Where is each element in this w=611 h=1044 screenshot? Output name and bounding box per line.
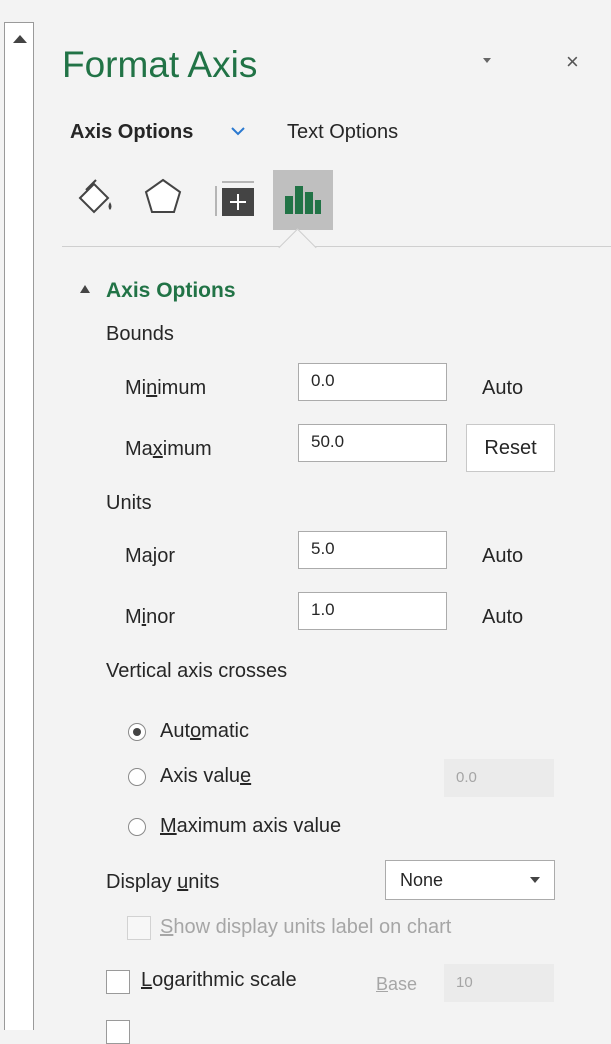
pane-title: Format Axis xyxy=(62,44,258,85)
units-label: Units xyxy=(106,492,152,514)
separator xyxy=(62,246,611,247)
maximum-input[interactable]: 50.0 xyxy=(298,424,447,462)
effects-icon[interactable] xyxy=(136,170,196,230)
size-properties-icon[interactable] xyxy=(208,170,268,230)
scroll-up-button[interactable] xyxy=(4,22,34,58)
maximum-label: Maximum xyxy=(125,438,212,460)
major-label: Major xyxy=(125,545,176,567)
fill-line-icon[interactable] xyxy=(72,170,132,230)
section-title[interactable]: Axis Options xyxy=(106,279,236,303)
logarithmic-scale-label[interactable]: Logarithmic scale xyxy=(141,969,297,992)
radio-maximum-axis-value[interactable] xyxy=(128,818,146,836)
collapse-triangle-icon[interactable] xyxy=(80,285,90,293)
minor-label: Minor xyxy=(125,606,176,628)
minimum-input[interactable]: 0.0 xyxy=(298,363,447,401)
pane-options-dropdown-icon[interactable] xyxy=(483,58,491,63)
radio-axis-value[interactable] xyxy=(128,768,146,786)
base-input[interactable]: 10 xyxy=(444,964,554,1002)
minor-auto-label: Auto xyxy=(482,606,524,628)
tab-axis-options[interactable]: Axis Options xyxy=(70,121,193,144)
axis-options-icon[interactable] xyxy=(273,170,333,230)
base-label: Base xyxy=(376,974,418,994)
close-icon[interactable]: × xyxy=(566,49,579,75)
show-units-label-checkbox[interactable] xyxy=(127,916,151,940)
scroll-up-icon xyxy=(13,35,27,43)
reset-button[interactable]: Reset xyxy=(466,424,555,472)
chevron-down-icon[interactable] xyxy=(530,877,540,883)
radio-axis-value-label[interactable]: Axis value xyxy=(160,765,251,788)
minimum-auto-label: Auto xyxy=(482,377,524,399)
chevron-down-icon[interactable] xyxy=(230,121,246,142)
major-auto-label: Auto xyxy=(482,545,524,567)
values-reverse-order-checkbox[interactable] xyxy=(106,1020,130,1044)
minimum-label: Minimum xyxy=(125,377,207,399)
axis-value-input[interactable]: 0.0 xyxy=(444,759,554,797)
major-input[interactable]: 5.0 xyxy=(298,531,447,569)
scrollbar-track[interactable] xyxy=(4,57,34,1030)
tab-text-options[interactable]: Text Options xyxy=(287,121,398,144)
tab-pointer xyxy=(278,228,317,267)
display-units-label: Display units xyxy=(106,871,220,893)
bounds-label: Bounds xyxy=(106,323,174,345)
crosses-label: Vertical axis crosses xyxy=(106,660,288,682)
show-units-label-text: Show display units label on chart xyxy=(160,916,452,938)
radio-automatic[interactable] xyxy=(128,723,146,741)
minor-input[interactable]: 1.0 xyxy=(298,592,447,630)
radio-maximum-axis-value-label[interactable]: Maximum axis value xyxy=(160,815,341,838)
radio-automatic-label[interactable]: Automatic xyxy=(160,720,249,743)
logarithmic-scale-checkbox[interactable] xyxy=(106,970,130,994)
